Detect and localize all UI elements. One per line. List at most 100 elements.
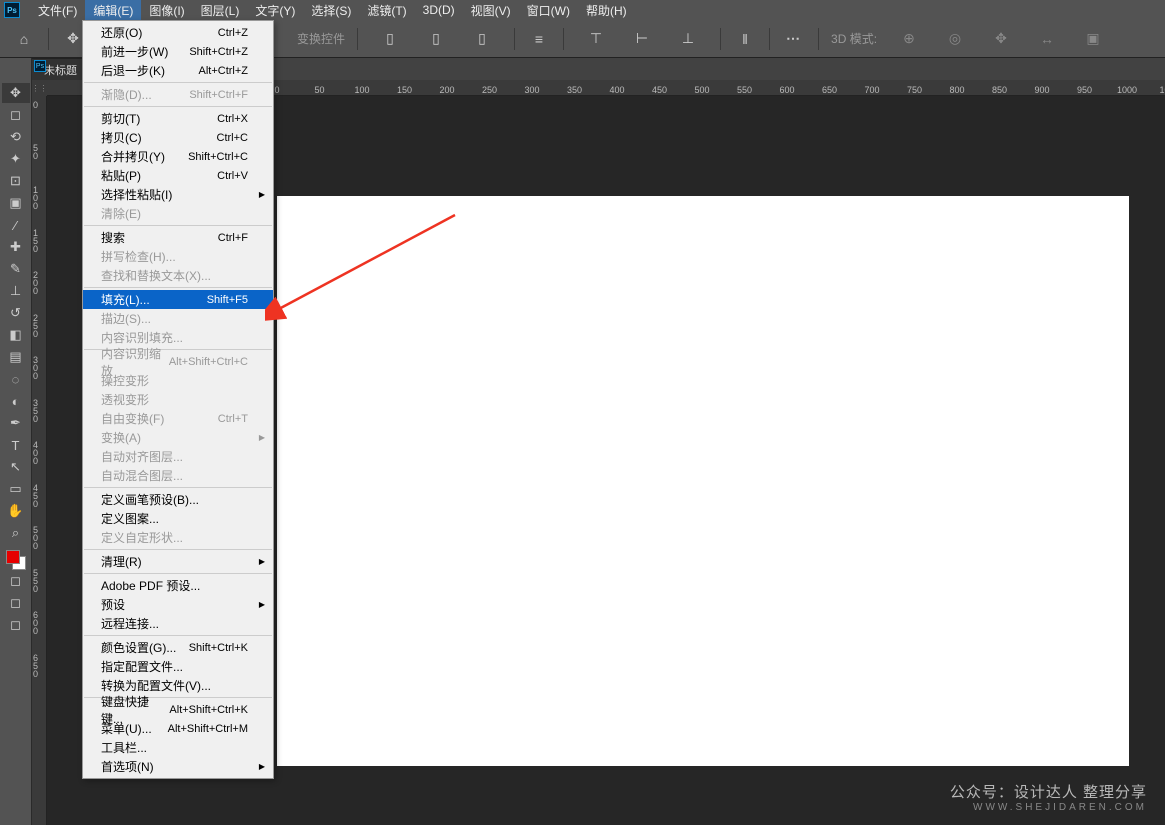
menu-窗口[interactable]: 窗口(W) bbox=[519, 0, 578, 20]
menu-item-变换A: 变换(A) bbox=[83, 428, 273, 447]
menu-帮助[interactable]: 帮助(H) bbox=[578, 0, 635, 20]
align-right-icon[interactable]: ▯ bbox=[472, 29, 492, 49]
menu-滤镜[interactable]: 滤镜(T) bbox=[359, 0, 414, 20]
menu-item-描边S: 描边(S)... bbox=[83, 309, 273, 328]
edit-menu-dropdown: 还原(O)Ctrl+Z前进一步(W)Shift+Ctrl+Z后退一步(K)Alt… bbox=[82, 20, 274, 779]
3d-orbit-icon[interactable]: ⊕ bbox=[899, 29, 919, 49]
align-middle-icon[interactable]: ⊢ bbox=[632, 29, 652, 49]
lasso-tool[interactable]: ⟲ bbox=[2, 127, 30, 147]
menu-item-搜索[interactable]: 搜索Ctrl+F bbox=[83, 228, 273, 247]
menu-item-查找和替换文本X: 查找和替换文本(X)... bbox=[83, 266, 273, 285]
menu-item-键盘快捷键[interactable]: 键盘快捷键...Alt+Shift+Ctrl+K bbox=[83, 700, 273, 719]
menu-item-剪切T[interactable]: 剪切(T)Ctrl+X bbox=[83, 109, 273, 128]
menu-编辑[interactable]: 编辑(E) bbox=[85, 0, 141, 20]
ruler-vertical: 050100150200250300350400450500550600650 bbox=[32, 96, 47, 825]
app-icon: Ps bbox=[4, 2, 20, 18]
align-top-icon[interactable]: ⊤ bbox=[586, 29, 606, 49]
menu-item-粘贴P[interactable]: 粘贴(P)Ctrl+V bbox=[83, 166, 273, 185]
healing-tool[interactable]: ✚ bbox=[2, 237, 30, 257]
menu-视图[interactable]: 视图(V) bbox=[463, 0, 519, 20]
watermark-line1: 公众号：设计达人 整理分享 bbox=[950, 781, 1147, 802]
menu-item-清理R[interactable]: 清理(R) bbox=[83, 552, 273, 571]
menu-item-预设[interactable]: 预设 bbox=[83, 595, 273, 614]
frame-tool[interactable]: ▣ bbox=[2, 193, 30, 213]
home-icon[interactable]: ⌂ bbox=[14, 29, 34, 49]
menu-item-前进一步W[interactable]: 前进一步(W)Shift+Ctrl+Z bbox=[83, 42, 273, 61]
align-left-icon[interactable]: ▯ bbox=[380, 29, 400, 49]
menu-item-工具栏[interactable]: 工具栏... bbox=[83, 738, 273, 757]
move-tool[interactable]: ✥ bbox=[2, 83, 30, 103]
watermark-line2: WWW.SHEJIDAREN.COM bbox=[950, 802, 1147, 813]
menu-item-还原O[interactable]: 还原(O)Ctrl+Z bbox=[83, 23, 273, 42]
brush-tool[interactable]: ✎ bbox=[2, 259, 30, 279]
color-swatch[interactable] bbox=[6, 550, 26, 570]
move-tool-icon[interactable]: ✥ bbox=[63, 29, 83, 49]
menu-item-内容识别缩放: 内容识别缩放Alt+Shift+Ctrl+C bbox=[83, 352, 273, 371]
watermark: 公众号：设计达人 整理分享 WWW.SHEJIDAREN.COM bbox=[950, 781, 1147, 813]
align-bottom-icon[interactable]: ⊥ bbox=[678, 29, 698, 49]
hand-tool[interactable]: ✋ bbox=[2, 501, 30, 521]
eyedrop-tool[interactable]: ⁄ bbox=[2, 215, 30, 235]
menu-item-渐隐D: 渐隐(D)...Shift+Ctrl+F bbox=[83, 85, 273, 104]
stamp-tool[interactable]: ⊥ bbox=[2, 281, 30, 301]
menu-item-合并拷贝Y[interactable]: 合并拷贝(Y)Shift+Ctrl+C bbox=[83, 147, 273, 166]
menu-item-自动混合图层: 自动混合图层... bbox=[83, 466, 273, 485]
distribute-icon[interactable]: ≡ bbox=[529, 29, 549, 49]
menu-文件[interactable]: 文件(F) bbox=[30, 0, 85, 20]
type-tool[interactable]: T bbox=[2, 435, 30, 455]
zoom-tool[interactable]: ⌕ bbox=[2, 523, 30, 543]
3d-roll-icon[interactable]: ◎ bbox=[945, 29, 965, 49]
canvas[interactable] bbox=[277, 196, 1129, 766]
menu-item-拼写检查H: 拼写检查(H)... bbox=[83, 247, 273, 266]
menu-item-颜色设置G[interactable]: 颜色设置(G)...Shift+Ctrl+K bbox=[83, 638, 273, 657]
quick-mask-icon[interactable]: ◻ bbox=[2, 593, 30, 613]
blur-tool[interactable]: ◌ bbox=[2, 369, 30, 389]
gradient-tool[interactable]: ▤ bbox=[2, 347, 30, 367]
align-center-icon[interactable]: ▯ bbox=[426, 29, 446, 49]
menu-item-清除E: 清除(E) bbox=[83, 204, 273, 223]
3d-slide-icon[interactable]: ↔ bbox=[1037, 29, 1057, 49]
screen-modes-icon[interactable]: ◻ bbox=[2, 615, 30, 635]
3d-camera-icon[interactable]: ▣ bbox=[1083, 29, 1103, 49]
history-tool[interactable]: ↺ bbox=[2, 303, 30, 323]
menu-item-菜单U[interactable]: 菜单(U)...Alt+Shift+Ctrl+M bbox=[83, 719, 273, 738]
menu-item-填充L[interactable]: 填充(L)...Shift+F5 bbox=[83, 290, 273, 309]
menu-item-透视变形: 透视变形 bbox=[83, 390, 273, 409]
align-spacing-icon[interactable]: ‖ bbox=[735, 29, 755, 49]
menu-item-远程连接[interactable]: 远程连接... bbox=[83, 614, 273, 633]
path-tool[interactable]: ↖ bbox=[2, 457, 30, 477]
menu-item-定义自定形状: 定义自定形状... bbox=[83, 528, 273, 547]
menu-item-自由变换F: 自由变换(F)Ctrl+T bbox=[83, 409, 273, 428]
menu-item-定义画笔预设B[interactable]: 定义画笔预设(B)... bbox=[83, 490, 273, 509]
menu-文字[interactable]: 文字(Y) bbox=[247, 0, 303, 20]
menu-item-后退一步K[interactable]: 后退一步(K)Alt+Ctrl+Z bbox=[83, 61, 273, 80]
marquee-tool[interactable]: ◻ bbox=[2, 105, 30, 125]
crop-tool[interactable]: ⊡ bbox=[2, 171, 30, 191]
menu-图像[interactable]: 图像(I) bbox=[141, 0, 192, 20]
menu-图层[interactable]: 图层(L) bbox=[193, 0, 248, 20]
transform-controls-label: 变换控件 bbox=[297, 30, 345, 47]
menu-item-拷贝C[interactable]: 拷贝(C)Ctrl+C bbox=[83, 128, 273, 147]
menu-选择[interactable]: 选择(S) bbox=[303, 0, 359, 20]
doc-app-icon: Ps bbox=[34, 60, 46, 72]
3d-mode-label: 3D 模式: bbox=[831, 30, 877, 47]
menu-item-定义图案[interactable]: 定义图案... bbox=[83, 509, 273, 528]
eraser-tool[interactable]: ◧ bbox=[2, 325, 30, 345]
menu-item-首选项N[interactable]: 首选项(N) bbox=[83, 757, 273, 776]
menu-item-选择性粘贴I[interactable]: 选择性粘贴(I) bbox=[83, 185, 273, 204]
more-options-icon[interactable]: ⋯ bbox=[784, 29, 804, 49]
menu-item-自动对齐图层: 自动对齐图层... bbox=[83, 447, 273, 466]
menu-3d[interactable]: 3D(D) bbox=[415, 0, 463, 20]
edit-toolbar-icon[interactable]: ◻ bbox=[2, 571, 30, 591]
menubar: Ps 文件(F)编辑(E)图像(I)图层(L)文字(Y)选择(S)滤镜(T)3D… bbox=[0, 0, 1165, 20]
pen-tool[interactable]: ✒ bbox=[2, 413, 30, 433]
dodge-tool[interactable]: ◐ bbox=[2, 391, 30, 411]
wand-tool[interactable]: ✦ bbox=[2, 149, 30, 169]
3d-pan-icon[interactable]: ✥ bbox=[991, 29, 1011, 49]
fg-color[interactable] bbox=[6, 550, 20, 564]
menu-item-指定配置文件[interactable]: 指定配置文件... bbox=[83, 657, 273, 676]
menu-item-AdobePDF预设[interactable]: Adobe PDF 预设... bbox=[83, 576, 273, 595]
ruler-origin[interactable]: ⋮⋮ bbox=[32, 80, 47, 96]
toolbar: ✥◻⟲✦⊡▣⁄✚✎⊥↺◧▤◌◐✒T↖▭✋⌕◻◻◻ bbox=[0, 58, 32, 825]
rect-tool[interactable]: ▭ bbox=[2, 479, 30, 499]
